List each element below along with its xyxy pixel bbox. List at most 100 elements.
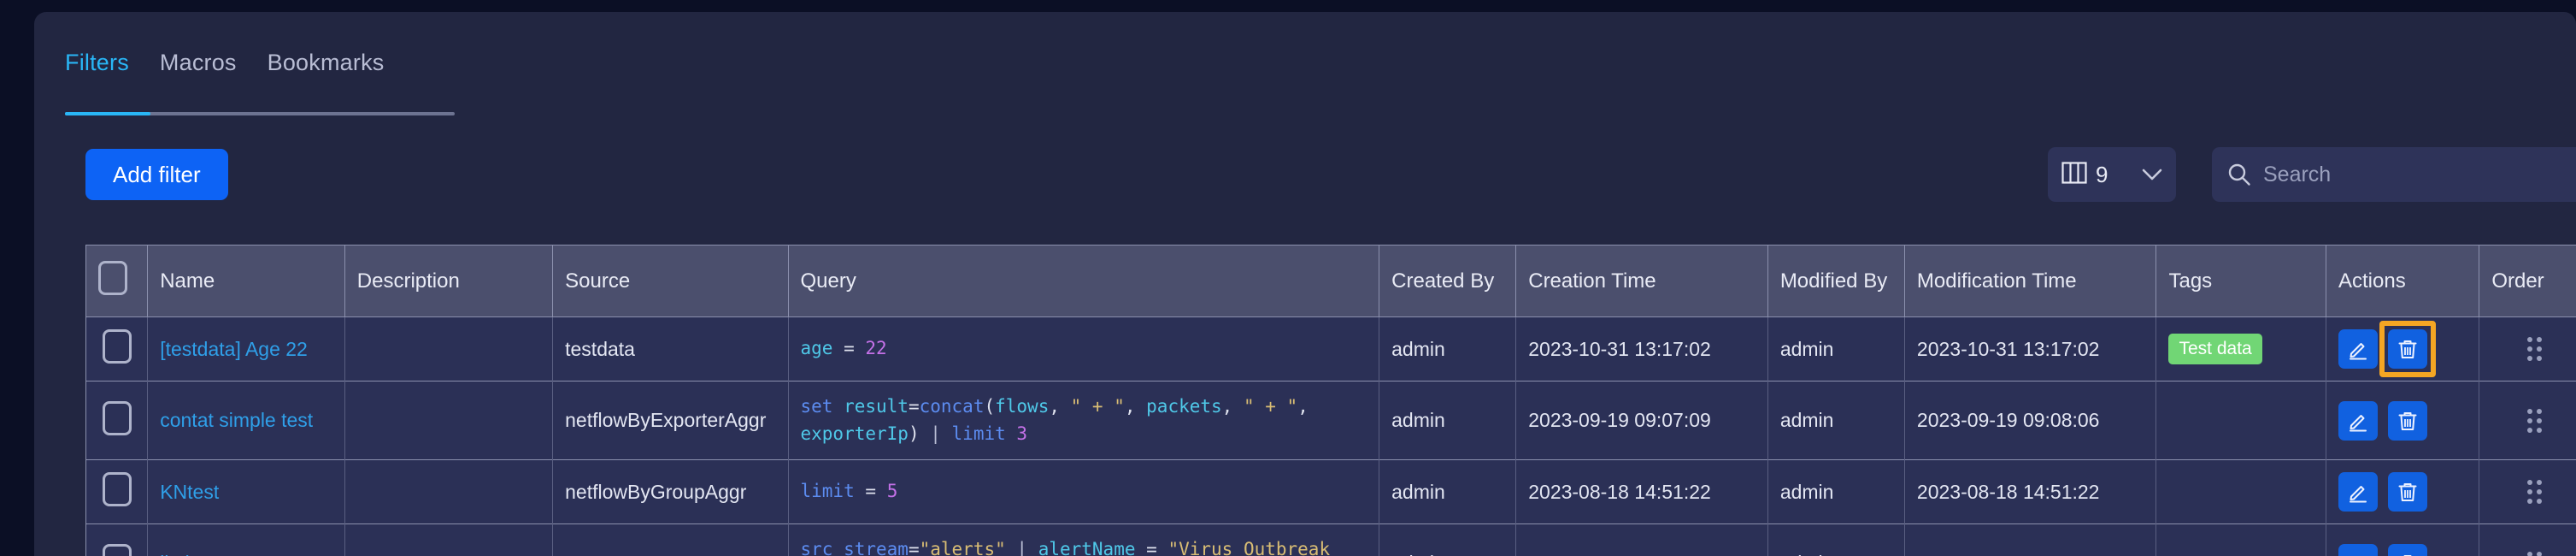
cell-description (344, 523, 554, 556)
cell-source (552, 523, 789, 556)
cell-query: limit = 5 (788, 459, 1380, 524)
select-all-checkbox[interactable] (98, 261, 127, 295)
cell-source: testdata (552, 316, 789, 382)
table-header-row: Name Description Source Query Created By… (86, 245, 2576, 317)
cell-source: netflowByGroupAggr (552, 459, 789, 524)
cell-creation-time: 2023-08-18 14:51:22 (1515, 459, 1768, 524)
table-row: KNtest netflowByGroupAggr limit = 5 admin 20… (86, 459, 2576, 524)
edit-button[interactable] (2338, 543, 2378, 556)
tab-macros[interactable]: Macros (160, 50, 237, 90)
header-source[interactable]: Source (552, 245, 789, 317)
row-checkbox-cell[interactable] (86, 381, 149, 460)
cell-query: src stream="alerts" | alertName = "Virus… (788, 523, 1380, 556)
tab-bookmarks[interactable]: Bookmarks (268, 50, 385, 90)
cell-query: age = 22 (788, 316, 1380, 382)
cell-tags (2155, 459, 2326, 524)
filter-name-link[interactable]: [testdata] Age 22 (160, 338, 308, 360)
header-select-all[interactable] (86, 245, 149, 317)
edit-button[interactable] (2338, 329, 2378, 369)
search-icon (2227, 163, 2251, 186)
cell-actions (2326, 316, 2480, 382)
drag-handle-icon[interactable] (2526, 480, 2542, 504)
tab-bar: Filters Macros Bookmarks (65, 50, 384, 90)
cell-tags: Test data (2155, 316, 2326, 382)
cell-description (344, 459, 554, 524)
header-modification-time[interactable]: Modification Time (1904, 245, 2157, 317)
cell-modified-by: admin (1767, 381, 1905, 460)
edit-button[interactable] (2338, 472, 2378, 512)
drag-handle-icon[interactable] (2526, 337, 2542, 361)
header-description[interactable]: Description (344, 245, 554, 317)
header-creation-time[interactable]: Creation Time (1515, 245, 1768, 317)
cell-modification-time: 2023-08-02 15:38:00 (1904, 523, 2157, 556)
cell-actions (2326, 381, 2480, 460)
cell-order (2479, 316, 2576, 382)
cell-created-by: admin (1379, 316, 1517, 382)
cell-creation-time: 2023-08-02 15:38:00 (1515, 523, 1768, 556)
cell-order (2479, 381, 2576, 460)
chevron-down-icon (2142, 169, 2162, 180)
tab-underline-active (65, 112, 150, 115)
delete-button[interactable] (2379, 321, 2436, 377)
header-actions: Actions (2326, 245, 2480, 317)
columns-grid-icon (2061, 161, 2087, 188)
row-checkbox[interactable] (102, 329, 132, 364)
row-checkbox-cell[interactable] (86, 316, 149, 382)
delete-button[interactable] (2388, 400, 2427, 441)
drag-handle-icon[interactable] (2526, 408, 2542, 433)
header-created-by[interactable]: Created By (1379, 245, 1517, 317)
add-filter-button[interactable]: Add filter (85, 149, 228, 200)
status-badge: Test data (2168, 334, 2262, 364)
cell-created-by: admin (1379, 523, 1517, 556)
table-body: [testdata] Age 22 testdata age = 22 admin 20… (86, 316, 2576, 556)
cell-source: netflowByExporterAggr (552, 381, 789, 460)
row-checkbox-cell[interactable] (86, 459, 149, 524)
filters-panel: Filters Macros Bookmarks Add filter 9 Se… (34, 12, 2576, 556)
row-checkbox[interactable] (102, 400, 132, 435)
cell-modification-time: 2023-08-18 14:51:22 (1904, 459, 2157, 524)
search-box[interactable]: Search (2212, 147, 2576, 202)
cell-modified-by: admin (1767, 459, 1905, 524)
edit-button[interactable] (2338, 400, 2378, 441)
table-row: [testdata] Age 22 testdata age = 22 admin 20… (86, 316, 2576, 382)
table-row: limit tw src stream="alerts" | alertName … (86, 523, 2576, 556)
drag-handle-icon[interactable] (2526, 551, 2542, 556)
filter-name-link[interactable]: limit tw (160, 552, 220, 556)
column-selector[interactable]: 9 (2048, 147, 2176, 202)
filters-table: Name Description Source Query Created By… (85, 245, 2576, 556)
cell-created-by: admin (1379, 459, 1517, 524)
cell-description (344, 316, 554, 382)
cell-actions (2326, 523, 2480, 556)
cell-order (2479, 523, 2576, 556)
cell-tags (2155, 381, 2326, 460)
row-checkbox[interactable] (102, 543, 132, 556)
header-name[interactable]: Name (147, 245, 345, 317)
filter-name-link[interactable]: KNtest (160, 481, 219, 503)
cell-name: limit tw (147, 523, 345, 556)
cell-name: [testdata] Age 22 (147, 316, 345, 382)
row-checkbox-cell[interactable] (86, 523, 149, 556)
row-checkbox[interactable] (102, 472, 132, 506)
cell-creation-time: 2023-09-19 09:07:09 (1515, 381, 1768, 460)
cell-creation-time: 2023-10-31 13:17:02 (1515, 316, 1768, 382)
tab-filters[interactable]: Filters (65, 50, 129, 90)
cell-actions (2326, 459, 2480, 524)
table-row: contat simple test netflowByExporterAggr s… (86, 381, 2576, 460)
delete-button[interactable] (2388, 543, 2427, 556)
filter-name-link[interactable]: contat simple test (160, 409, 313, 431)
cell-name: KNtest (147, 459, 345, 524)
column-count-label: 9 (2096, 161, 2108, 187)
cell-description (344, 381, 554, 460)
app-root: Filters Macros Bookmarks Add filter 9 Se… (0, 0, 2576, 556)
cell-name: contat simple test (147, 381, 345, 460)
header-query[interactable]: Query (788, 245, 1380, 317)
cell-created-by: admin (1379, 381, 1517, 460)
delete-button[interactable] (2388, 472, 2427, 512)
cell-tags (2155, 523, 2326, 556)
cell-modification-time: 2023-10-31 13:17:02 (1904, 316, 2157, 382)
cell-modification-time: 2023-09-19 09:08:06 (1904, 381, 2157, 460)
search-input[interactable]: Search (2263, 163, 2331, 187)
header-modified-by[interactable]: Modified By (1767, 245, 1905, 317)
cell-order (2479, 459, 2576, 524)
header-tags[interactable]: Tags (2155, 245, 2326, 317)
